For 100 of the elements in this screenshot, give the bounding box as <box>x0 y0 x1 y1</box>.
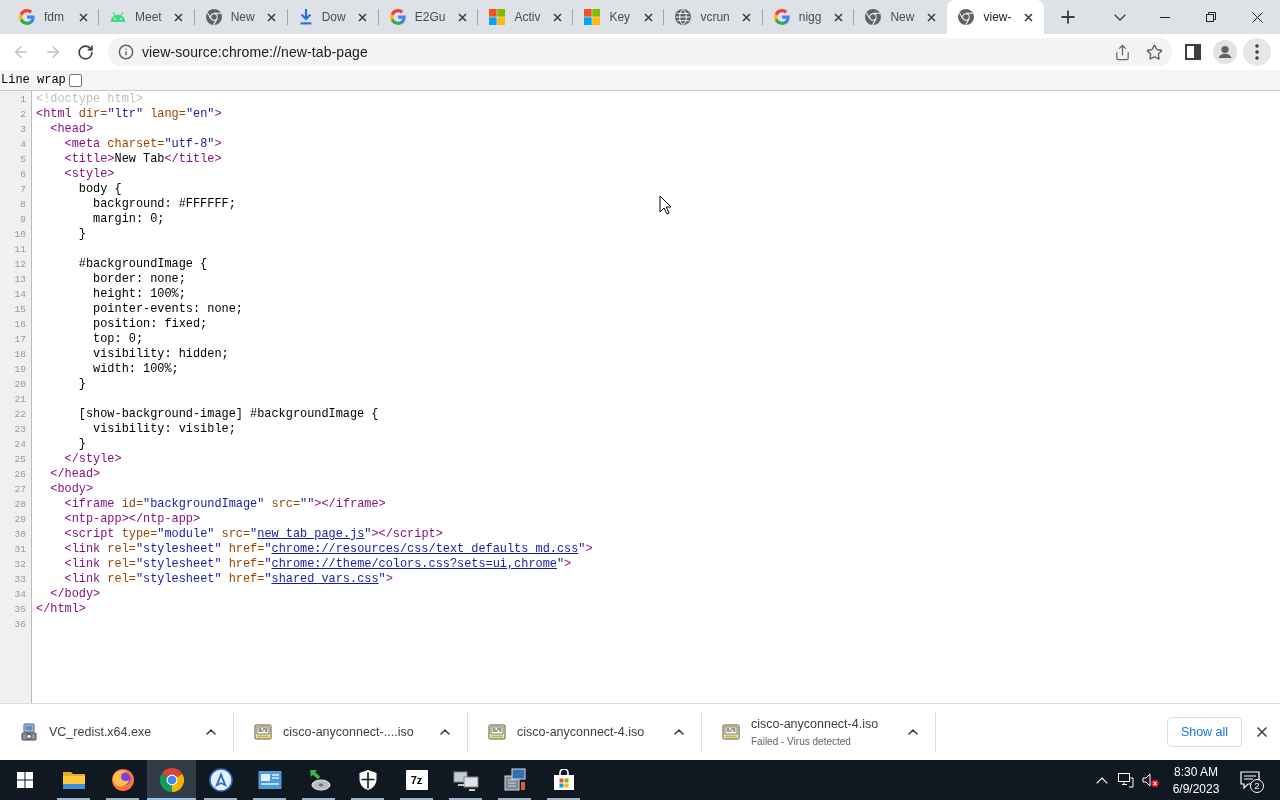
forward-icon <box>44 43 62 61</box>
minimize-icon <box>1160 16 1170 18</box>
browser-tab[interactable]: E2Gu <box>378 0 479 34</box>
code-line: <body> <box>49 482 94 497</box>
source-link[interactable]: chrome://theme/colors.css?sets=ui,chrome <box>271 557 557 571</box>
close-icon <box>457 12 467 22</box>
source-link[interactable]: new_tab_page.js <box>257 527 365 541</box>
notification-count: 2 <box>1250 779 1264 793</box>
reload-icon <box>76 43 94 61</box>
line-number: 9 <box>20 213 26 227</box>
address-bar[interactable]: view-source:chrome://new-tab-page <box>108 38 1172 66</box>
share-icon <box>1113 43 1131 61</box>
file-name[interactable]: cisco-anyconnect-....iso <box>283 725 424 739</box>
taskbar-app[interactable] <box>147 760 196 800</box>
taskbar-app[interactable]: 7z <box>392 760 441 800</box>
close-icon <box>742 12 752 22</box>
notification-icon <box>1240 771 1260 789</box>
close-icon <box>174 12 184 22</box>
compass-icon <box>208 768 233 792</box>
line-number: 4 <box>20 138 26 152</box>
line-number: 17 <box>14 333 26 347</box>
line-number: 30 <box>14 528 26 542</box>
profile-button[interactable] <box>1211 38 1239 66</box>
code-line: <meta charset="utf-8"> <box>63 137 222 152</box>
shield-icon <box>357 769 378 791</box>
globe-icon <box>675 9 692 25</box>
line-number: 5 <box>20 153 26 167</box>
network-computers-icon <box>452 769 479 791</box>
line-number: 29 <box>14 513 26 527</box>
mouse-cursor-icon <box>659 195 672 215</box>
line-number: 19 <box>14 363 26 377</box>
browser-tab[interactable]: view- <box>947 0 1045 34</box>
code-line: [show-background-image] #backgroundImage { <box>77 407 379 422</box>
browser-tab[interactable]: fdm <box>8 0 99 34</box>
line-number: 10 <box>14 228 26 242</box>
browser-tab[interactable]: Meet <box>99 0 195 34</box>
code-line: #backgroundImage { <box>77 257 208 272</box>
file-name[interactable]: cisco-anyconnect-4.iso <box>751 717 892 731</box>
side-panel-icon <box>1185 44 1201 60</box>
line-number: 6 <box>20 168 26 182</box>
clock-time[interactable]: 8:30 AM <box>1174 764 1218 779</box>
browser-tab[interactable]: New <box>194 0 288 34</box>
download-status: Failed - Virus detected <box>751 736 852 747</box>
code-line: <ntp-app></ntp-app> <box>63 512 201 527</box>
line-number: 33 <box>14 573 26 587</box>
close-icon <box>833 12 843 22</box>
line-number: 8 <box>20 198 26 212</box>
avatar-icon <box>1213 40 1237 64</box>
close-icon <box>267 12 277 22</box>
code-line: body { <box>77 182 122 197</box>
code-line: margin: 0; <box>92 212 165 227</box>
browser-tab[interactable]: Activ <box>478 0 574 34</box>
clock-date[interactable]: 6/9/2023 <box>1172 781 1220 796</box>
code-line: width: 100%; <box>92 362 179 377</box>
info-icon <box>118 44 134 60</box>
chevron-down-icon <box>1114 13 1126 21</box>
source-link[interactable]: chrome://resources/css/text_defaults_md.css <box>271 542 579 556</box>
line-number: 34 <box>14 588 26 602</box>
browser-tab[interactable]: Key <box>573 0 665 34</box>
line-number: 35 <box>14 603 26 617</box>
code-line: visibility: visible; <box>92 422 236 437</box>
code-line: <head> <box>49 122 94 137</box>
line-number: 16 <box>14 318 26 332</box>
code-line: visibility: hidden; <box>92 347 229 362</box>
file-name[interactable]: cisco-anyconnect-4.iso <box>517 725 658 739</box>
code-line: } <box>77 227 86 242</box>
robot-head-icon <box>110 12 126 22</box>
round-logo-icon <box>958 9 975 25</box>
file-name[interactable]: VC_redist.x64.exe <box>49 725 190 739</box>
notifications-button[interactable]: 2 <box>1230 760 1270 800</box>
close-icon <box>78 12 88 22</box>
setup-icon <box>502 768 527 792</box>
menu-button[interactable] <box>1243 38 1271 66</box>
line-number: 20 <box>14 378 26 392</box>
muted-speaker-icon <box>1141 772 1159 788</box>
line-wrap-label: Line wrap <box>1 73 66 87</box>
line-number: 1 <box>20 93 26 107</box>
browser-tab[interactable]: Dow <box>287 0 379 34</box>
browser-tab[interactable]: nigg <box>762 0 855 34</box>
browser-tab[interactable]: vcrun <box>664 0 763 34</box>
line-wrap-checkbox[interactable] <box>68 73 82 87</box>
g-logo-icon <box>773 9 790 25</box>
code-line: border: none; <box>92 272 186 287</box>
shopping-bag-icon <box>552 769 575 791</box>
show-all-button[interactable]: Show all <box>1167 717 1242 747</box>
round-logo-icon <box>865 9 882 25</box>
close-icon <box>552 12 562 22</box>
line-number: 18 <box>14 348 26 362</box>
code-line: <link rel="stylesheet" href="chrome://resources/css/text_defaults_md.css"> <box>63 542 593 557</box>
line-number: 3 <box>20 123 26 137</box>
line-number: 32 <box>14 558 26 572</box>
menu-icon <box>1255 44 1259 60</box>
source-link[interactable]: shared_vars.css <box>271 572 379 586</box>
line-number: 11 <box>14 243 26 257</box>
close-icon <box>1024 12 1033 22</box>
start-icon <box>16 772 33 788</box>
line-number: 15 <box>14 303 26 317</box>
close-icon <box>643 12 653 22</box>
line-number: 23 <box>14 423 26 437</box>
browser-tab[interactable]: New <box>854 0 948 34</box>
